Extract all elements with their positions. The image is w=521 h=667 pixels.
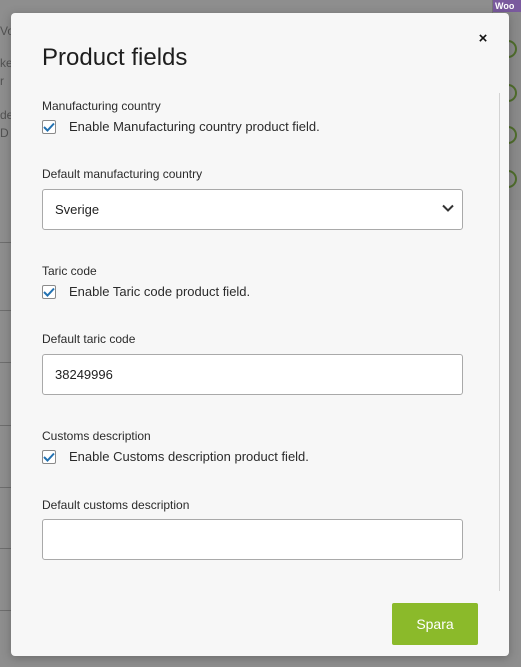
save-button[interactable]: Spara bbox=[392, 603, 478, 645]
manufacturing-country-checkbox-row[interactable]: Enable Manufacturing country product fie… bbox=[42, 119, 320, 134]
customs-description-input[interactable] bbox=[42, 519, 463, 560]
background-text: D bbox=[0, 126, 9, 140]
select-value: Sverige bbox=[55, 202, 100, 217]
customs-description-checkbox-row[interactable]: Enable Customs description product field… bbox=[42, 449, 309, 464]
checkmark-icon bbox=[43, 122, 55, 132]
taric-code-checkbox[interactable] bbox=[42, 284, 56, 299]
checkbox-label: Enable Taric code product field. bbox=[69, 284, 251, 299]
background-text: r bbox=[0, 74, 4, 88]
chevron-down-icon bbox=[442, 204, 454, 212]
checkbox-label: Enable Customs description product field… bbox=[69, 449, 309, 464]
manufacturing-country-select[interactable]: Sverige bbox=[42, 189, 463, 230]
close-button[interactable]: × bbox=[473, 28, 493, 50]
taric-code-checkbox-row[interactable]: Enable Taric code product field. bbox=[42, 284, 250, 299]
checkbox-label: Enable Manufacturing country product fie… bbox=[69, 119, 320, 134]
manufacturing-country-checkbox[interactable] bbox=[42, 119, 56, 134]
default-customs-description-label: Default customs description bbox=[42, 498, 190, 512]
close-icon: × bbox=[478, 30, 488, 47]
section-label-customs-description: Customs description bbox=[42, 429, 151, 443]
section-label-taric-code: Taric code bbox=[42, 264, 97, 278]
product-fields-modal: Product fields × Manufacturing country E… bbox=[11, 13, 509, 656]
woo-logo: Woo bbox=[493, 0, 521, 12]
customs-description-checkbox[interactable] bbox=[42, 449, 56, 464]
checkmark-icon bbox=[43, 452, 55, 462]
section-label-manufacturing-country: Manufacturing country bbox=[42, 99, 161, 113]
modal-title: Product fields bbox=[42, 44, 188, 71]
taric-code-input[interactable] bbox=[42, 354, 463, 395]
default-taric-code-label: Default taric code bbox=[42, 332, 136, 346]
checkmark-icon bbox=[43, 287, 55, 297]
modal-scroll-area[interactable]: Manufacturing country Enable Manufacturi… bbox=[11, 93, 500, 591]
default-manufacturing-country-label: Default manufacturing country bbox=[42, 167, 203, 181]
